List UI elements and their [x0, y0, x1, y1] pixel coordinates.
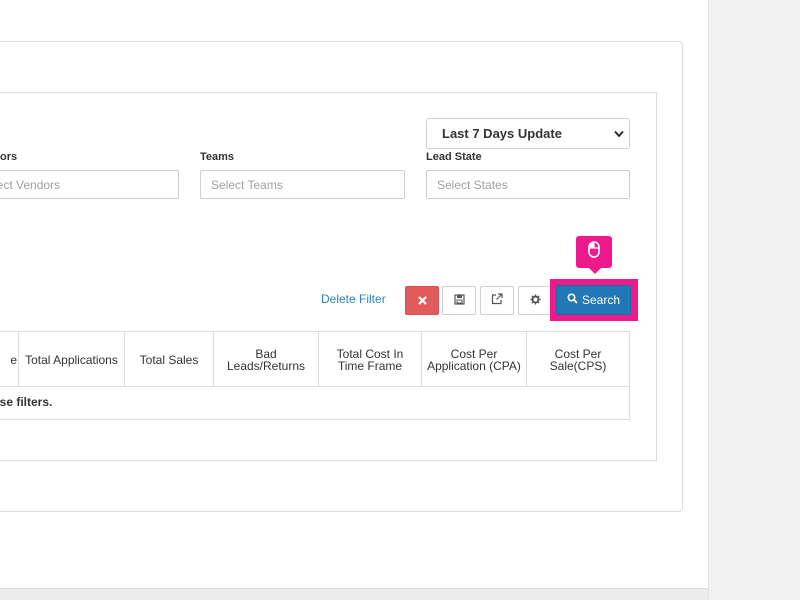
- window-right-gutter: [708, 0, 800, 600]
- vendors-input[interactable]: lect Vendors: [0, 170, 179, 199]
- search-icon: [567, 293, 578, 307]
- delete-filter-link[interactable]: Delete Filter: [321, 292, 386, 306]
- search-button[interactable]: Search: [556, 285, 631, 315]
- mouse-icon: [588, 241, 600, 263]
- lead-state-placeholder: Select States: [437, 177, 508, 192]
- table-header-cell[interactable]: Bad Leads/Returns: [214, 332, 319, 387]
- lead-state-input[interactable]: Select States: [426, 170, 630, 199]
- save-filter-button[interactable]: [442, 286, 476, 315]
- teams-placeholder: Select Teams: [211, 177, 283, 192]
- chevron-down-icon: [609, 130, 629, 138]
- table-header-cell[interactable]: e: [0, 332, 19, 387]
- save-icon: [453, 292, 465, 310]
- search-button-label: Search: [581, 293, 621, 307]
- click-hint-tooltip: [576, 236, 612, 274]
- date-range-value: Last 7 Days Update: [442, 126, 562, 141]
- teams-input[interactable]: Select Teams: [200, 170, 405, 199]
- table-header-cell[interactable]: Total Sales: [125, 332, 214, 387]
- gear-icon: [529, 292, 541, 310]
- vendors-label: ors: [0, 151, 18, 163]
- export-button[interactable]: [480, 286, 514, 315]
- table-header-row: e Total Applications Total Sales Bad Lea…: [0, 332, 629, 387]
- table-header-cell[interactable]: Cost Per Sale(CPS): [527, 332, 629, 387]
- empty-results-message: those filters.: [0, 395, 53, 409]
- table-header-cell[interactable]: Total Cost In Time Frame: [319, 332, 422, 387]
- date-range-select[interactable]: Last 7 Days Update: [426, 118, 630, 149]
- close-icon: [417, 292, 427, 310]
- clear-filters-button[interactable]: [405, 286, 439, 315]
- results-table: e Total Applications Total Sales Bad Lea…: [0, 331, 630, 420]
- vendors-placeholder: lect Vendors: [0, 177, 61, 192]
- settings-button[interactable]: [518, 286, 552, 315]
- external-link-icon: [491, 292, 503, 310]
- horizontal-scrollbar[interactable]: [0, 588, 708, 600]
- lead-state-label: Lead State: [426, 151, 482, 163]
- teams-label: Teams: [200, 151, 235, 163]
- table-header-cell[interactable]: Cost Per Application (CPA): [422, 332, 527, 387]
- table-header-cell[interactable]: Total Applications: [19, 332, 125, 387]
